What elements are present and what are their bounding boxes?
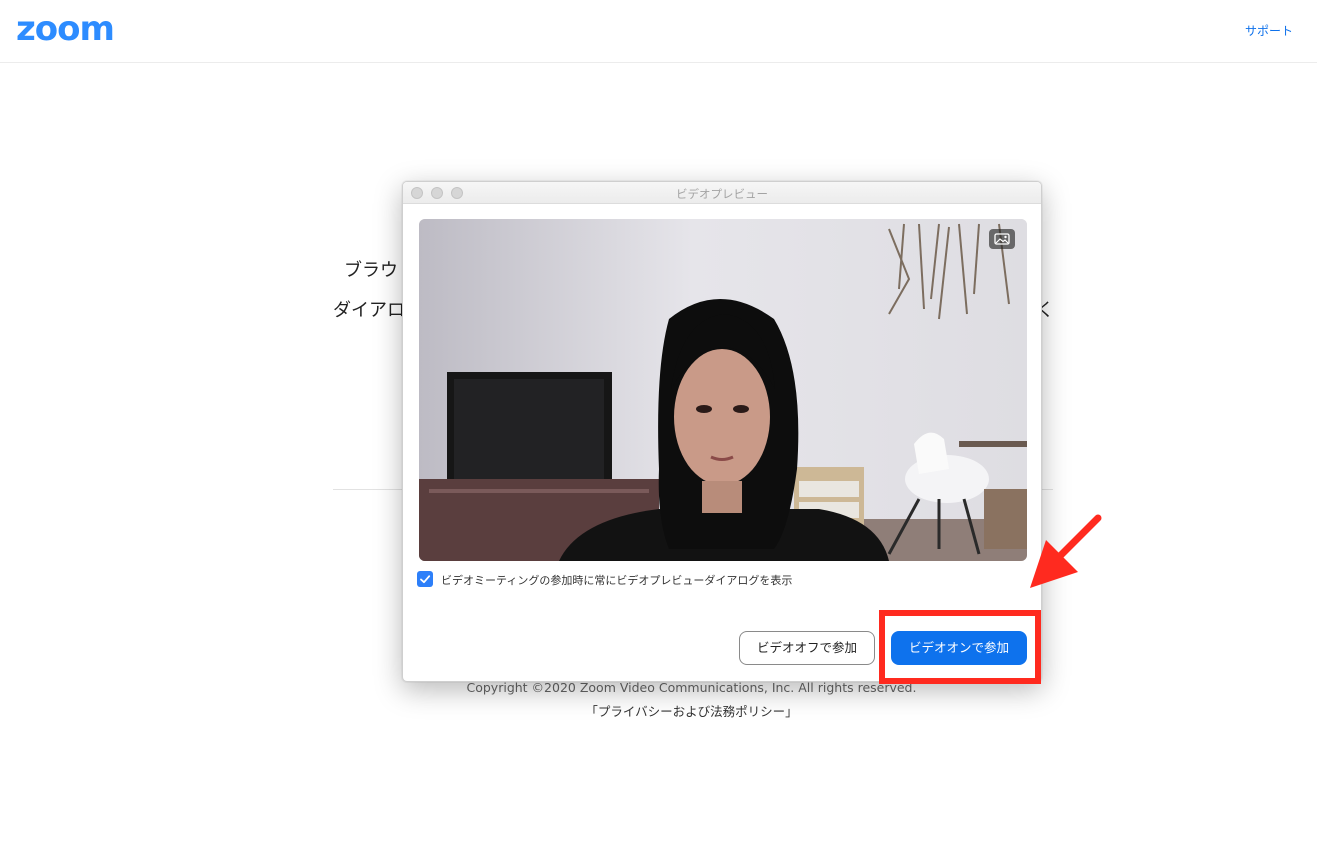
privacy-link[interactable]: 「プライバシーおよび法務ポリシー」 (0, 701, 1317, 720)
dialog-titlebar[interactable]: ビデオプレビュー (403, 182, 1041, 204)
background-instruction-line-2: ダイアロ (333, 300, 405, 321)
camera-preview (419, 219, 1027, 561)
checkmark-icon (420, 575, 431, 584)
join-without-video-button[interactable]: ビデオオフで参加 (739, 631, 875, 665)
zoom-logo[interactable]: zoom (16, 9, 115, 49)
dialog-title: ビデオプレビュー (676, 187, 768, 201)
always-show-preview-label[interactable]: ビデオミーティングの参加時に常にビデオプレビューダイアログを表示 (441, 572, 792, 588)
annotation-highlight-box (879, 610, 1041, 684)
camera-preview-image (419, 219, 1027, 561)
copyright-text: Copyright ©2020 Zoom Video Communication… (466, 680, 917, 695)
top-header: zoom サポート (0, 0, 1317, 63)
image-icon (994, 233, 1010, 245)
background-instruction-line-1: ブラウ (344, 260, 398, 281)
always-show-preview-checkbox[interactable] (417, 571, 433, 587)
annotation-arrow-icon (1030, 514, 1102, 588)
change-background-button[interactable] (989, 229, 1015, 249)
support-link[interactable]: サポート (1245, 22, 1293, 39)
video-preview-dialog: ビデオプレビュー ビデオミーティングの参加時に常にビデオプレビューダイアログを表… (402, 181, 1042, 682)
